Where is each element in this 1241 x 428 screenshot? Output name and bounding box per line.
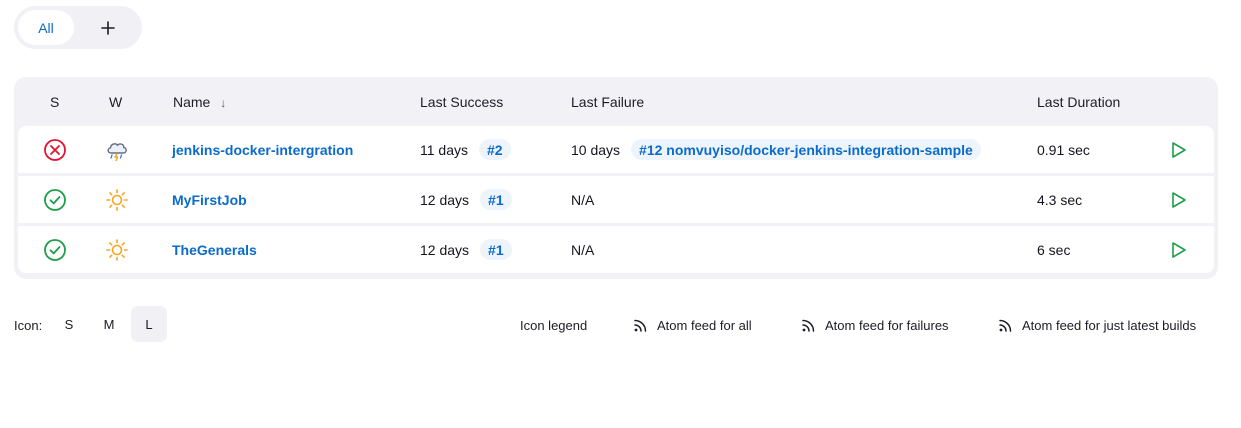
tab-all[interactable]: All <box>18 10 74 45</box>
job-link[interactable]: TheGenerals <box>172 226 257 273</box>
last-success-time: 12 days <box>420 191 470 208</box>
atom-feed-all-label: Atom feed for all <box>657 317 752 333</box>
last-failure-time: 10 days <box>571 141 621 158</box>
rss-icon <box>999 319 1012 332</box>
last-failure-cell: N/A <box>571 241 595 258</box>
status-cell <box>40 126 70 173</box>
schedule-build-button[interactable] <box>1168 176 1188 223</box>
header-last-duration[interactable]: Last Duration <box>1037 94 1120 110</box>
play-icon <box>1172 141 1186 158</box>
last-failure-cell: N/A <box>571 191 595 208</box>
atom-feed-latest-label: Atom feed for just latest builds <box>1022 317 1197 333</box>
view-tabs: All <box>14 6 142 49</box>
last-success-time: 12 days <box>420 241 470 258</box>
header-name-label: Name <box>173 94 211 110</box>
projects-table: S W Name ↓ Last Success Last Failure Las… <box>14 77 1218 279</box>
weather-cell <box>102 126 132 173</box>
atom-feed-latest-link[interactable]: Atom feed for just latest builds <box>998 306 1196 344</box>
header-name[interactable]: Name ↓ <box>173 94 226 110</box>
icon-size-label: Icon: <box>14 317 43 333</box>
rss-icon <box>802 319 815 332</box>
last-duration-cell: 0.91 sec <box>1037 141 1090 158</box>
table-header: S W Name ↓ Last Success Last Failure Las… <box>14 77 1218 125</box>
table-row: TheGenerals 12 days #1 N/A 6 sec <box>18 226 1214 273</box>
sunny-icon <box>106 238 128 261</box>
atom-feed-failures-link[interactable]: Atom feed for failures <box>801 306 949 344</box>
header-status[interactable]: S <box>50 94 59 110</box>
weather-cell <box>102 176 132 223</box>
icon-size-s-button[interactable]: S <box>51 306 87 342</box>
play-icon <box>1172 191 1186 208</box>
build-badge[interactable]: #2 <box>479 139 511 160</box>
storm-cloud-icon <box>107 142 127 161</box>
play-icon <box>1172 241 1186 258</box>
job-link[interactable]: MyFirstJob <box>172 176 247 223</box>
failed-x-icon <box>44 138 66 161</box>
atom-feed-all-link[interactable]: Atom feed for all <box>633 306 752 344</box>
add-view-button[interactable] <box>76 10 140 45</box>
schedule-build-button[interactable] <box>1168 126 1188 173</box>
last-failure-cell: 10 days #12 nomvuyiso/docker-jenkins-int… <box>571 126 981 173</box>
atom-feed-failures-label: Atom feed for failures <box>825 317 949 333</box>
table-row: MyFirstJob 12 days #1 N/A 4.3 sec <box>18 176 1214 223</box>
rss-icon <box>634 319 647 332</box>
last-success-cell: 12 days #1 <box>420 226 512 273</box>
build-badge[interactable]: #1 <box>480 239 512 260</box>
icon-size-l-button[interactable]: L <box>131 306 167 342</box>
plus-icon <box>101 20 115 35</box>
success-check-icon <box>44 188 66 211</box>
weather-cell <box>102 226 132 273</box>
last-success-time: 11 days <box>420 141 468 158</box>
sunny-icon <box>106 188 128 211</box>
header-last-success[interactable]: Last Success <box>420 94 503 110</box>
last-duration-cell: 6 sec <box>1037 241 1071 258</box>
status-cell <box>40 176 70 223</box>
status-cell <box>40 226 70 273</box>
header-last-failure[interactable]: Last Failure <box>571 94 644 110</box>
success-check-icon <box>44 238 66 261</box>
schedule-build-button[interactable] <box>1168 226 1188 273</box>
table-row: jenkins-docker-intergration 11 days #2 1… <box>18 126 1214 173</box>
last-success-cell: 11 days #2 <box>420 126 511 173</box>
build-badge[interactable]: #1 <box>480 189 512 210</box>
icon-legend-link[interactable]: Icon legend <box>520 306 587 344</box>
last-success-cell: 12 days #1 <box>420 176 512 223</box>
last-duration-cell: 4.3 sec <box>1037 191 1083 208</box>
table-footer: Icon: S M L Icon legend Atom feed for al… <box>0 306 1241 344</box>
build-badge[interactable]: #12 nomvuyiso/docker-jenkins-integration… <box>631 139 981 160</box>
job-link[interactable]: jenkins-docker-intergration <box>172 126 353 173</box>
header-weather[interactable]: W <box>109 94 122 110</box>
icon-size-m-button[interactable]: M <box>91 306 127 342</box>
sort-arrow-icon: ↓ <box>220 96 227 110</box>
